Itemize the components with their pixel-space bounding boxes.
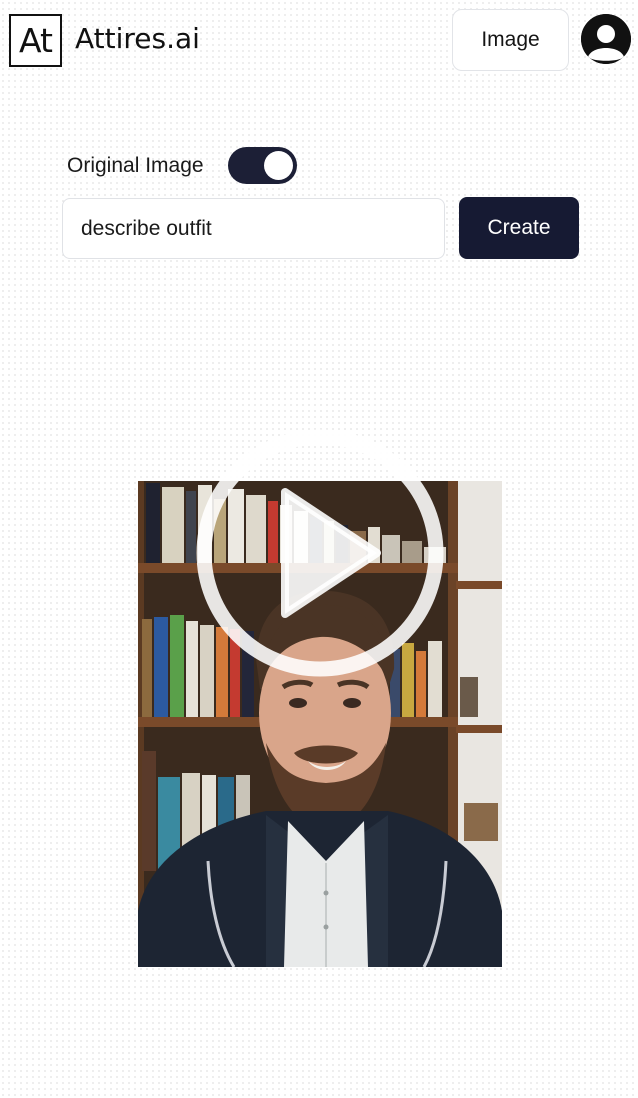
play-icon[interactable] [193, 426, 447, 680]
original-image-toggle[interactable] [228, 147, 297, 184]
original-image-label: Original Image [67, 154, 204, 177]
create-button[interactable]: Create [459, 197, 579, 259]
toggle-knob [264, 151, 293, 180]
logo-text: At [19, 21, 53, 60]
user-account-icon[interactable] [581, 14, 631, 64]
image-mode-button[interactable]: Image [452, 9, 569, 71]
brand-logo-mark[interactable]: At [9, 14, 62, 67]
prompt-input[interactable] [62, 198, 445, 259]
brand-name[interactable]: Attires.ai [75, 21, 200, 57]
